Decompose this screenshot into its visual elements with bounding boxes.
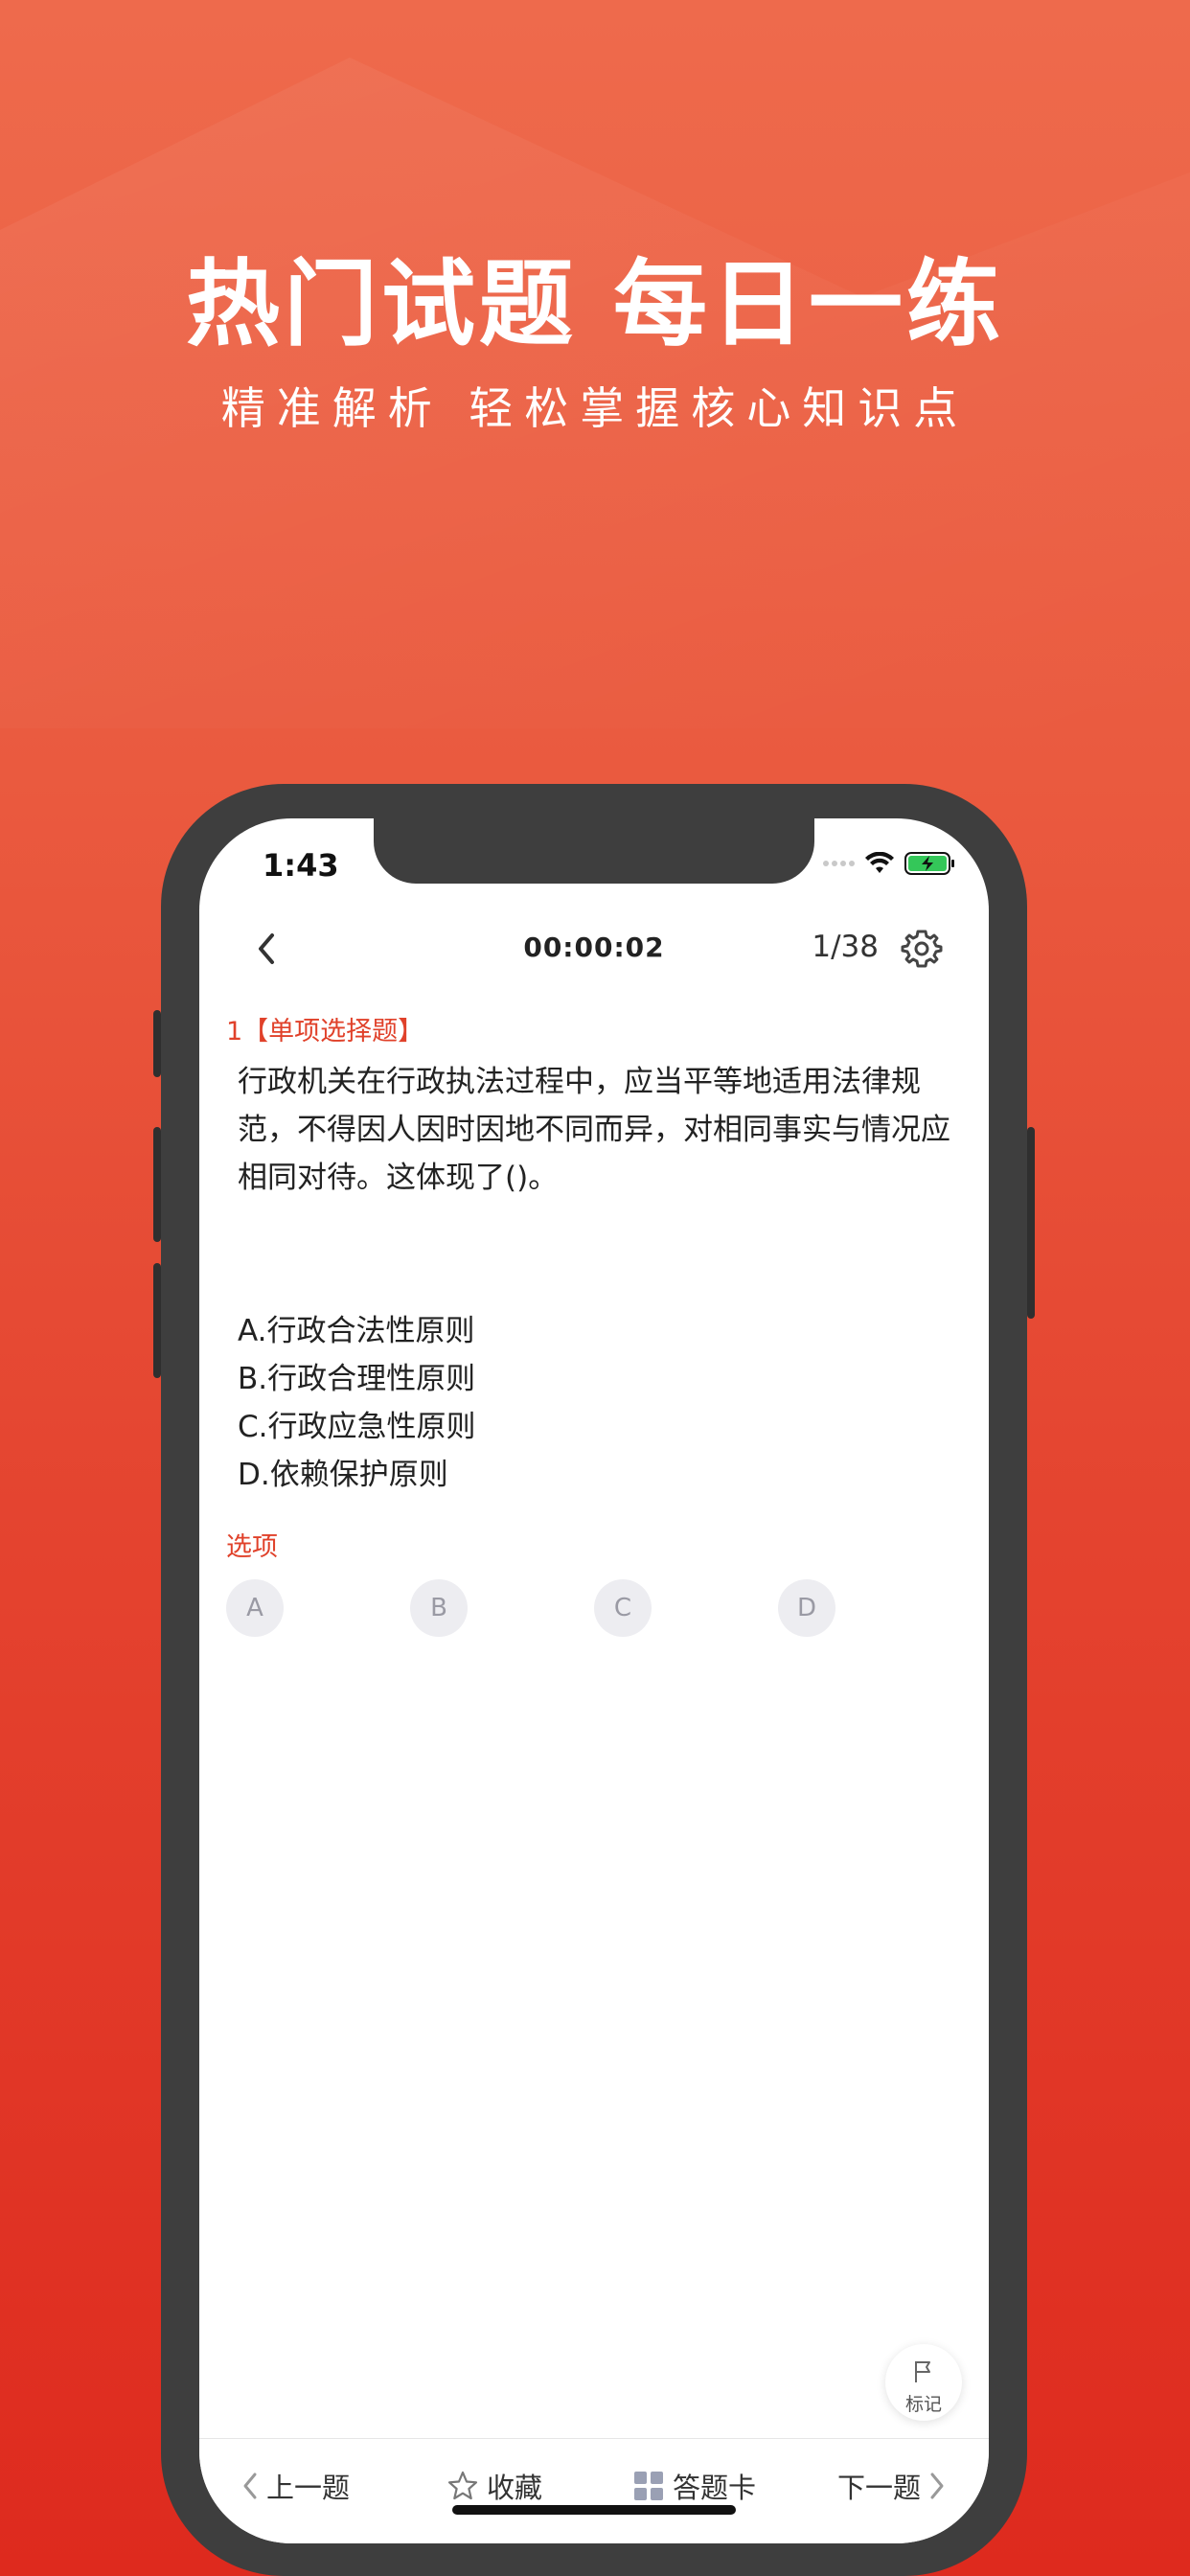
option-text-c: C.行政应急性原则 [238,1410,476,1444]
home-indicator[interactable] [452,2505,736,2515]
question-text: 行政机关在行政执法过程中，应当平等地适用法律规范，不得因人因时因地不同而异，对相… [238,1065,950,1195]
wifi-icon [865,852,894,873]
flag-icon [915,2361,930,2382]
phone-frame: 1:43 00:00:02 1/38 1【单项选择题】 行政机关在行政执法过程中… [153,784,1035,2576]
settings-button[interactable] [899,926,945,972]
gear-icon [901,930,943,968]
chevron-left-icon [243,2472,257,2499]
option-text-d: D.依赖保护原则 [238,1458,448,1492]
prev-question-label: 上一题 [266,2472,351,2504]
mark-label: 标记 [904,2394,942,2415]
favorite-label: 收藏 [487,2472,543,2504]
answer-card-button[interactable]: 答题卡 [632,2466,756,2506]
status-time: 1:43 [263,847,339,884]
option-text-a: A.行政合法性原则 [238,1314,475,1348]
signal-icon [823,861,855,866]
phone-power-button [1027,1127,1035,1319]
answer-card-label: 答题卡 [673,2472,757,2504]
battery-charging-icon [904,852,954,875]
question-type-label: 1【单项选择题】 [226,1017,424,1046]
app-screen: 1:43 00:00:02 1/38 1【单项选择题】 行政机关在行政执法过程中… [199,818,989,2543]
grid-icon [634,2472,663,2500]
banner-headline: 热门试题 每日一练 [185,250,1005,359]
choice-a-button[interactable]: A [226,1579,284,1637]
question-counter: 1/38 [812,930,879,964]
option-text-b: B.行政合理性原则 [238,1362,476,1396]
choice-c-button[interactable]: C [594,1579,652,1637]
choice-b-button[interactable]: B [410,1579,468,1637]
next-question-label: 下一题 [837,2472,922,2504]
question-nav-bar: 00:00:02 1/38 [199,914,989,987]
answer-section-label: 选项 [226,1532,278,1562]
phone-side-button [153,1010,161,1077]
bottom-action-bar: 上一题 收藏 答题卡 下一题 [199,2438,989,2543]
chevron-right-icon [930,2472,944,2499]
prev-question-button[interactable]: 上一题 [241,2466,350,2506]
favorite-button[interactable]: 收藏 [446,2466,542,2506]
phone-notch [374,818,814,884]
choice-d-button[interactable]: D [778,1579,835,1637]
phone-volume-down [153,1263,161,1378]
phone-volume-up [153,1127,161,1242]
status-icons [823,851,956,876]
option-list: A.行政合法性原则 B.行政合理性原则 C.行政应急性原则 D.依赖保护原则 [238,1307,476,1499]
banner-subline: 精准解析 轻松掌握核心知识点 [220,382,970,434]
next-question-button[interactable]: 下一题 [837,2466,946,2506]
mark-button[interactable]: 标记 [885,2344,962,2421]
star-icon [447,2471,478,2500]
